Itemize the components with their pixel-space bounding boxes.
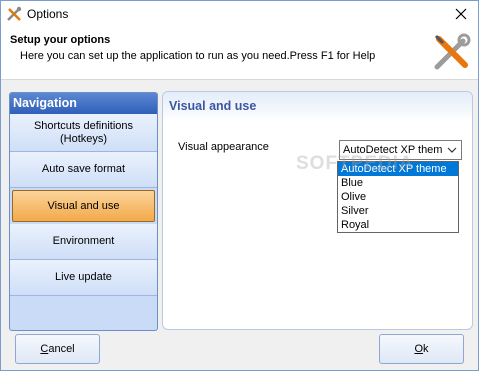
ok-label: k (423, 343, 429, 355)
option-silver[interactable]: Silver (338, 204, 458, 218)
wrench-screwdriver-icon (434, 33, 471, 70)
nav-item-visual-and-use[interactable]: Visual and use (12, 190, 155, 222)
chevron-down-icon (447, 147, 457, 153)
options-window: Options Setup your options Here you can … (0, 0, 479, 371)
navigation-panel: Navigation Shortcuts definitions (Hotkeys… (9, 92, 158, 331)
nav-item-shortcuts[interactable]: Shortcuts definitions (Hotkeys) (10, 114, 157, 152)
visual-appearance-label: Visual appearance (178, 141, 269, 153)
cancel-label: ancel (48, 343, 75, 355)
option-royal[interactable]: Royal (338, 218, 458, 232)
nav-item-label: Environment (52, 235, 115, 247)
ok-mnemonic: O (414, 343, 424, 355)
close-button[interactable] (444, 1, 478, 27)
ok-button[interactable]: Ok (379, 334, 464, 364)
visual-appearance-select[interactable]: AutoDetect XP them (339, 140, 462, 160)
nav-item-sublabel: (Hotkeys) (59, 132, 108, 145)
nav-item-label: Visual and use (47, 199, 120, 212)
options-header: Setup your options Here you can set up t… (1, 27, 478, 80)
nav-item-auto-save[interactable]: Auto save format (10, 152, 157, 188)
close-icon (455, 8, 467, 20)
nav-item-label: Shortcuts definitions (33, 119, 134, 132)
tools-icon (7, 6, 22, 21)
option-olive[interactable]: Olive (338, 190, 458, 204)
nav-item-label: Auto save format (41, 163, 126, 175)
select-value: AutoDetect XP them (343, 144, 443, 156)
option-autodetect[interactable]: AutoDetect XP theme (338, 162, 458, 176)
nav-item-environment[interactable]: Environment (10, 224, 157, 260)
navigation-title: Navigation (10, 93, 157, 114)
option-blue[interactable]: Blue (338, 176, 458, 190)
nav-item-label: Live update (55, 271, 112, 283)
panel-title: Visual and use (169, 99, 257, 113)
visual-appearance-dropdown: AutoDetect XP theme Blue Olive Silver Ro… (337, 161, 459, 233)
header-heading: Setup your options (10, 34, 111, 46)
nav-item-live-update[interactable]: Live update (10, 260, 157, 296)
cancel-button[interactable]: Cancel (15, 334, 100, 364)
cancel-mnemonic: C (40, 343, 49, 355)
window-title: Options (27, 7, 69, 21)
header-description: Here you can set up the application to r… (20, 50, 376, 62)
title-bar: Options (1, 1, 478, 27)
